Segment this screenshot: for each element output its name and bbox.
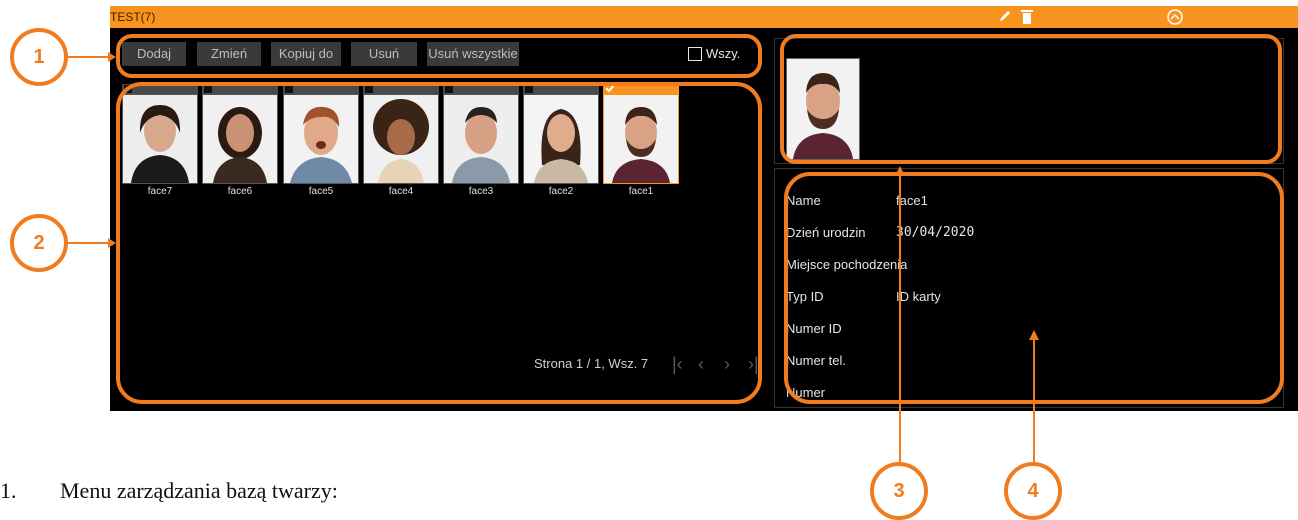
caption: 1. Menu zarządzania bazą twarzy:: [0, 478, 338, 504]
caption-text: Menu zarządzania bazą twarzy:: [60, 478, 338, 503]
callout-arrows: [68, 52, 1039, 468]
callout-number-2: 2: [10, 214, 68, 272]
callout-number-3: 3: [870, 462, 928, 520]
callout-number-4: 4: [1004, 462, 1062, 520]
caption-number: 1.: [0, 478, 17, 503]
callout-number-1: 1: [10, 28, 68, 86]
